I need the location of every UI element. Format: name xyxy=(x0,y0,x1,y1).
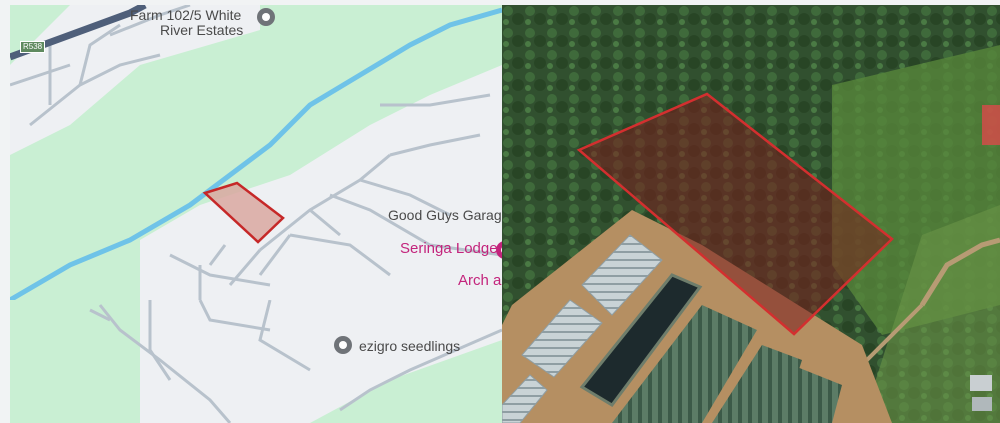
place-label-seringa[interactable]: Seringa Lodge xyxy=(400,241,498,257)
place-label-farm-line1[interactable]: Farm 102/5 White xyxy=(130,7,241,23)
satellite-view[interactable] xyxy=(502,5,1000,423)
place-label-arch[interactable]: Arch ar xyxy=(458,273,502,289)
place-label-farm-line2[interactable]: River Estates xyxy=(160,22,243,38)
map-pin-icon[interactable] xyxy=(257,8,275,26)
map-view[interactable]: R538 Farm 102/5 White River Estates Good… xyxy=(10,5,502,300)
road-shield: R538 xyxy=(20,41,46,53)
place-label-ezigro[interactable]: ezigro seedlings xyxy=(359,338,460,354)
map-canvas-lower xyxy=(10,300,502,423)
satellite-canvas xyxy=(502,5,1000,423)
map-pin-icon[interactable] xyxy=(334,336,352,354)
place-label-good-guys[interactable]: Good Guys Garag xyxy=(388,207,502,223)
map-view-lower[interactable]: ezigro seedlings xyxy=(10,300,502,423)
